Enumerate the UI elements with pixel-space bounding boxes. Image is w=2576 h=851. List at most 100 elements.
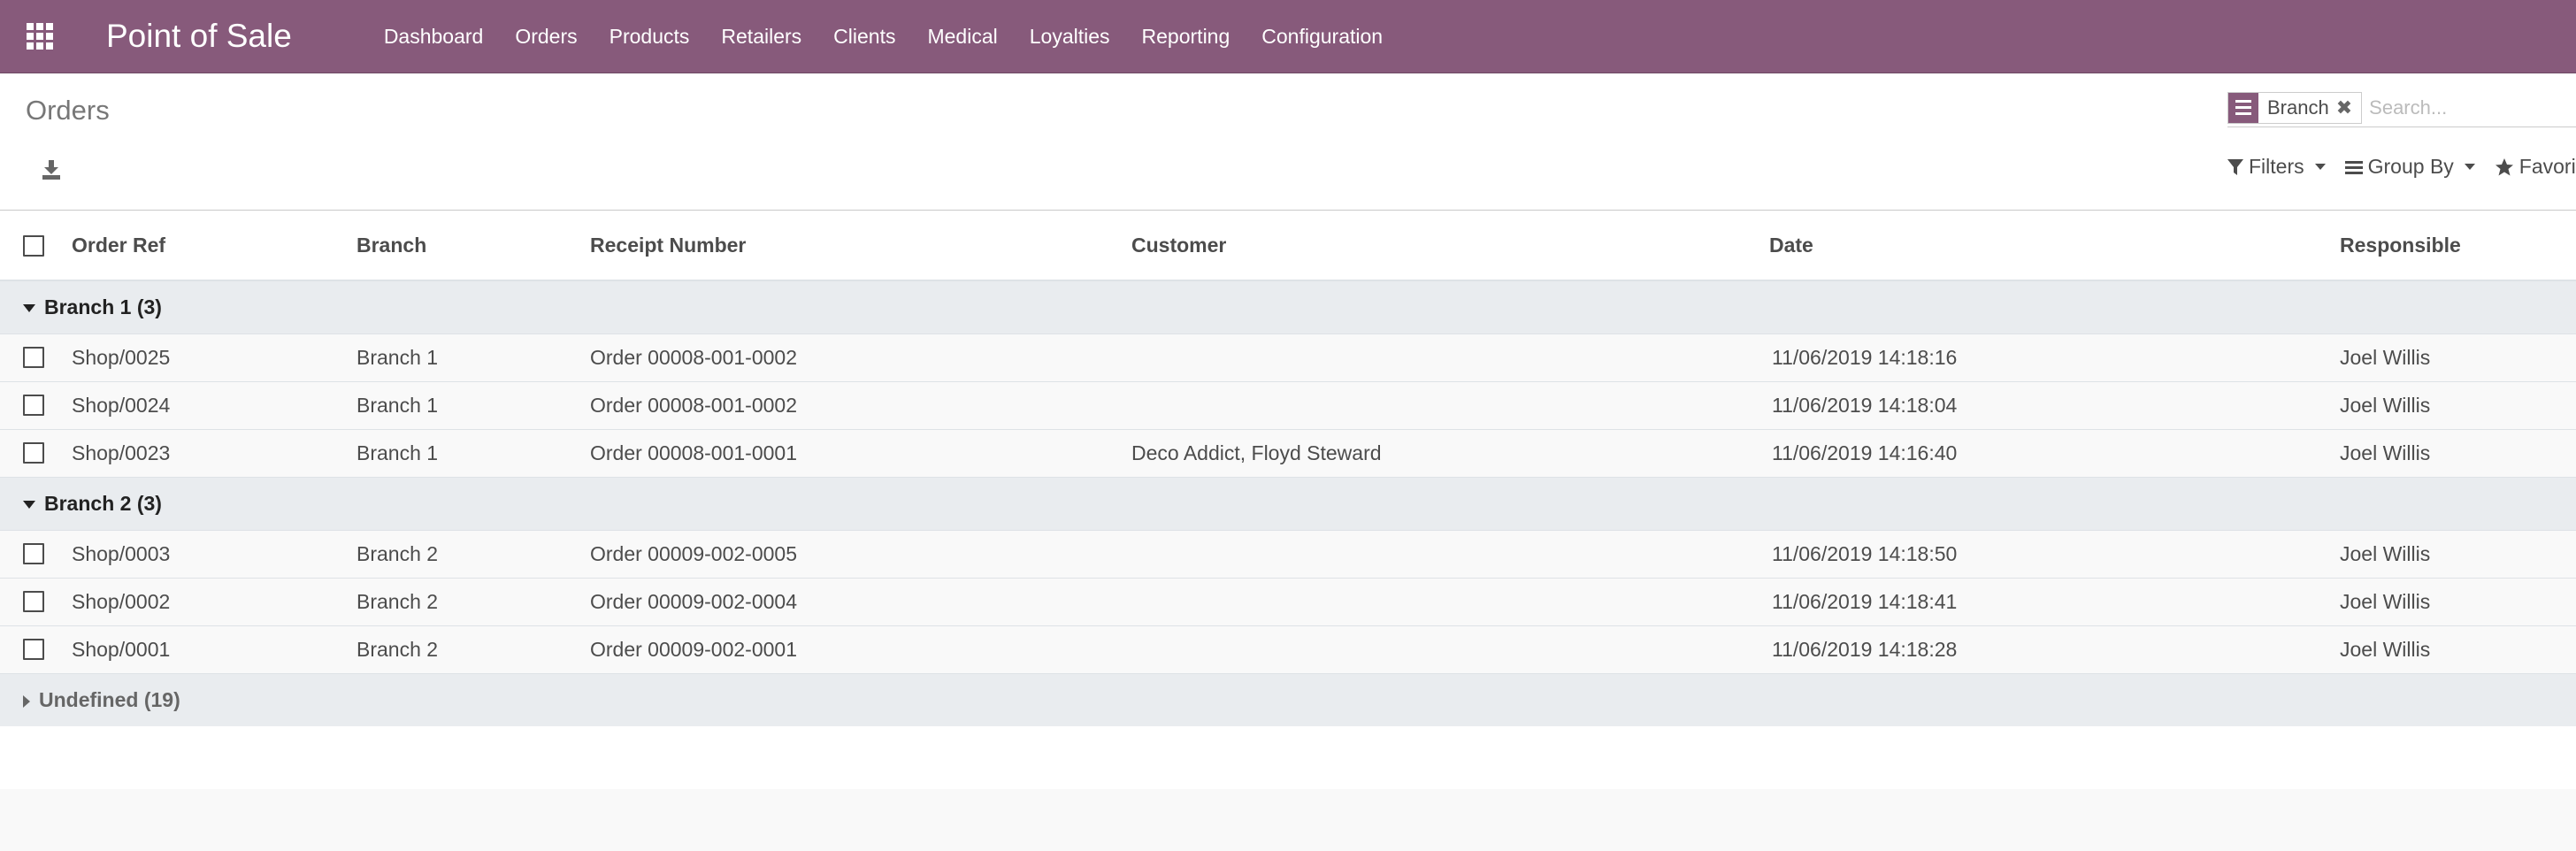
menu-item-dashboard[interactable]: Dashboard	[384, 0, 500, 73]
search-options: Filters Group By Favorites	[2227, 155, 2576, 179]
group-by-button[interactable]: Group By	[2344, 155, 2475, 179]
cell-branch: Branch 1	[356, 441, 439, 464]
group-row-branch-1[interactable]: Branch 1 (3)	[0, 280, 2576, 334]
cell-date: 11/06/2019 14:18:28	[1772, 637, 1958, 661]
row-select-cell	[0, 381, 72, 429]
filters-button[interactable]: Filters	[2227, 155, 2326, 179]
row-checkbox[interactable]	[23, 591, 44, 612]
cell-customer	[1131, 578, 1769, 625]
list-icon	[2344, 160, 2363, 174]
search-input[interactable]	[2369, 96, 2547, 119]
cell-branch: Branch 2	[356, 541, 439, 565]
row-checkbox[interactable]	[23, 543, 44, 564]
table-row[interactable]: Shop/0024 Branch 1 Order 00008-001-0002 …	[0, 381, 2576, 429]
menu-item-products[interactable]: Products	[594, 0, 706, 73]
group-by-label: Group By	[2367, 155, 2454, 178]
apps-menu-button[interactable]	[0, 0, 80, 73]
filter-icon	[2227, 158, 2243, 175]
top-navbar: Point of Sale Dashboard Orders Products …	[0, 0, 2576, 73]
orders-table: Order Ref Branch Receipt Number Customer…	[0, 211, 2576, 726]
column-header-receipt-number[interactable]: Receipt Number	[590, 211, 1131, 280]
row-select-cell	[0, 429, 72, 477]
export-button[interactable]	[39, 157, 64, 182]
menu-item-loyalties[interactable]: Loyalties	[1014, 0, 1126, 73]
orders-list-view: Order Ref Branch Receipt Number Customer…	[0, 211, 2576, 789]
row-select-cell	[0, 625, 72, 673]
menu-item-orders[interactable]: Orders	[499, 0, 593, 73]
cell-order-ref: Shop/0003	[72, 541, 171, 565]
cell-customer	[1131, 530, 1769, 578]
cell-responsible: Joel Willis	[2340, 393, 2431, 417]
search-bar: Branch ✖	[2227, 88, 2576, 127]
group-row-undefined[interactable]: Undefined (19)	[0, 673, 2576, 726]
column-header-order-ref[interactable]: Order Ref	[72, 211, 356, 280]
cell-responsible: Joel Willis	[2340, 441, 2431, 464]
cell-customer: Deco Addict, Floyd Steward	[1131, 441, 1382, 464]
cell-date: 11/06/2019 14:18:41	[1772, 589, 1958, 613]
cell-date: 11/06/2019 14:18:16	[1772, 345, 1958, 369]
cell-date: 11/06/2019 14:18:04	[1772, 393, 1958, 417]
cell-receipt-number: Order 00008-001-0001	[590, 441, 797, 464]
group-label: Branch 2 (3)	[44, 491, 162, 515]
row-select-cell	[0, 530, 72, 578]
table-row[interactable]: Shop/0003 Branch 2 Order 00009-002-0005 …	[0, 530, 2576, 578]
cell-responsible: Joel Willis	[2340, 637, 2431, 661]
table-row[interactable]: Shop/0001 Branch 2 Order 00009-002-0001 …	[0, 625, 2576, 673]
cell-branch: Branch 2	[356, 637, 439, 661]
menu-item-reporting[interactable]: Reporting	[1126, 0, 1246, 73]
row-checkbox[interactable]	[23, 639, 44, 660]
column-header-date[interactable]: Date	[1769, 211, 2340, 280]
group-header: Branch 1 (3)	[0, 280, 2576, 334]
select-all-checkbox[interactable]	[23, 234, 44, 257]
group-by-list-icon	[2228, 92, 2258, 123]
app-title: Point of Sale	[106, 18, 292, 54]
column-header-customer[interactable]: Customer	[1131, 211, 1769, 280]
select-all-cell	[0, 211, 72, 280]
table-row[interactable]: Shop/0002 Branch 2 Order 00009-002-0004 …	[0, 578, 2576, 625]
row-checkbox[interactable]	[23, 442, 44, 464]
cell-order-ref: Shop/0024	[72, 393, 171, 417]
caret-down-icon	[23, 500, 35, 509]
group-label: Branch 1 (3)	[44, 295, 162, 318]
table-row[interactable]: Shop/0023 Branch 1 Order 00008-001-0001 …	[0, 429, 2576, 477]
filters-label: Filters	[2249, 155, 2304, 178]
table-header-row: Order Ref Branch Receipt Number Customer…	[0, 211, 2576, 280]
chevron-down-icon	[2464, 164, 2475, 170]
cell-responsible: Joel Willis	[2340, 589, 2431, 613]
cell-order-ref: Shop/0023	[72, 441, 171, 464]
cell-responsible: Joel Willis	[2340, 541, 2431, 565]
column-header-responsible[interactable]: Responsible	[2340, 211, 2576, 280]
cell-branch: Branch 1	[356, 393, 439, 417]
page-title: Orders	[26, 95, 110, 126]
row-checkbox[interactable]	[23, 395, 44, 416]
cell-customer	[1131, 381, 1769, 429]
group-header: Branch 2 (3)	[0, 477, 2576, 530]
cell-customer	[1131, 625, 1769, 673]
cell-date: 11/06/2019 14:16:40	[1772, 441, 1958, 464]
main-menu: Dashboard Orders Products Retailers Clie…	[384, 0, 1399, 73]
favorites-label: Favorites	[2518, 155, 2576, 178]
group-label: Undefined (19)	[39, 687, 180, 711]
cell-receipt-number: Order 00008-001-0002	[590, 345, 797, 369]
favorites-button[interactable]: Favorites	[2495, 155, 2576, 179]
menu-item-retailers[interactable]: Retailers	[705, 0, 817, 73]
star-icon	[2495, 157, 2513, 175]
group-row-branch-2[interactable]: Branch 2 (3)	[0, 477, 2576, 530]
chevron-down-icon	[2314, 164, 2326, 170]
cell-receipt-number: Order 00008-001-0002	[590, 393, 797, 417]
table-row[interactable]: Shop/0025 Branch 1 Order 00008-001-0002 …	[0, 334, 2576, 381]
cell-responsible: Joel Willis	[2340, 345, 2431, 369]
close-icon[interactable]: ✖	[2336, 96, 2361, 119]
menu-item-medical[interactable]: Medical	[911, 0, 1013, 73]
cell-order-ref: Shop/0001	[72, 637, 171, 661]
menu-item-configuration[interactable]: Configuration	[1246, 0, 1399, 73]
caret-right-icon	[23, 694, 30, 708]
row-checkbox[interactable]	[23, 347, 44, 368]
cell-receipt-number: Order 00009-002-0001	[590, 637, 797, 661]
cell-branch: Branch 2	[356, 589, 439, 613]
menu-item-clients[interactable]: Clients	[817, 0, 911, 73]
column-header-branch[interactable]: Branch	[356, 211, 590, 280]
row-select-cell	[0, 578, 72, 625]
cell-date: 11/06/2019 14:18:50	[1772, 541, 1958, 565]
cell-receipt-number: Order 00009-002-0005	[590, 541, 797, 565]
